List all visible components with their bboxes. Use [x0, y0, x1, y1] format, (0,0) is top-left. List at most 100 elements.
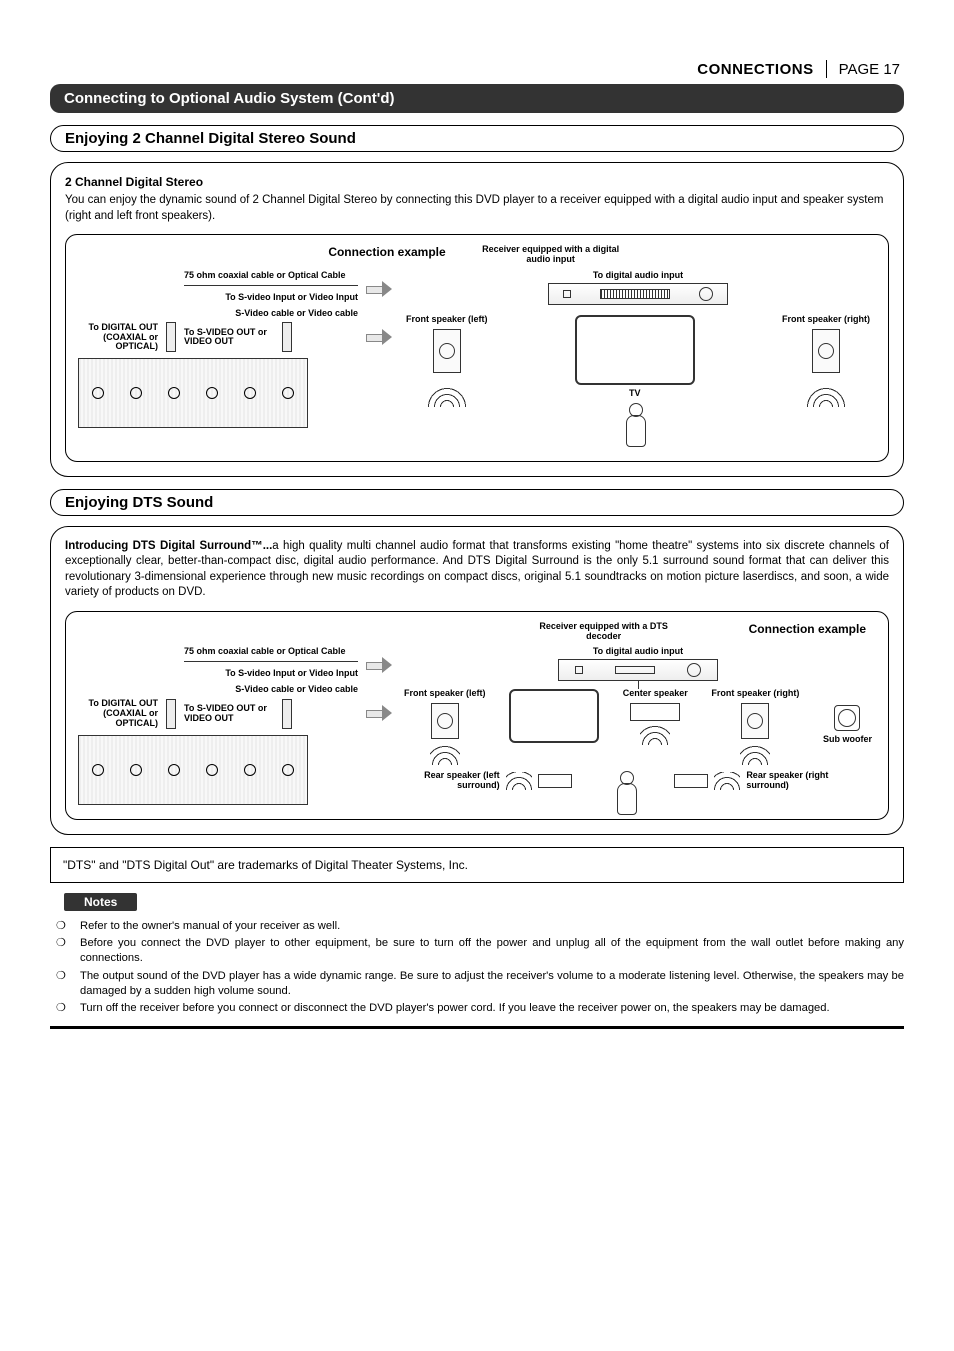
- bullet-icon: ❍: [56, 969, 70, 999]
- bullet-icon: ❍: [56, 919, 70, 934]
- tv-icon: [509, 689, 599, 743]
- rear-speaker-icon: [538, 774, 572, 788]
- section2-box: Introducing DTS Digital Surround™...a hi…: [50, 526, 904, 836]
- port-icon: [206, 387, 218, 399]
- port-icon: [130, 387, 142, 399]
- front-left-label: Front speaker (left): [406, 315, 488, 325]
- list-item: ❍ Turn off the receiver before you connec…: [56, 1001, 904, 1016]
- port-icon: [244, 764, 256, 776]
- header-page: PAGE 17: [839, 61, 900, 78]
- footer-rule: [50, 1026, 904, 1029]
- rear-left-group: Rear speaker (left surround): [420, 771, 572, 791]
- section2-intro-bold: Introducing DTS Digital Surround™...: [65, 540, 272, 552]
- sound-waves-icon: [640, 725, 670, 745]
- right-speaker-group: Front speaker (right): [782, 315, 870, 407]
- digital-out-label: To DIGITAL OUT (COAXIAL or OPTICAL): [78, 323, 158, 353]
- svideo-cable-label: S-Video cable or Video cable: [184, 309, 358, 319]
- arrow-icon: [366, 657, 392, 673]
- playback-area: To digital audio input Front speaker (le…: [400, 271, 876, 449]
- receiver-icon: [548, 283, 728, 305]
- center-speaker-icon: [630, 703, 680, 721]
- svideo-out-label: To S-VIDEO OUT or VIDEO OUT: [184, 328, 274, 348]
- port-icon: [92, 387, 104, 399]
- svideo-input-label: To S-video Input or Video Input: [184, 293, 358, 303]
- title-bar: Connecting to Optional Audio System (Con…: [50, 84, 904, 113]
- list-item: ❍Before you connect the DVD player to ot…: [56, 936, 904, 966]
- sound-waves-icon: [430, 743, 460, 765]
- port-icon: [244, 387, 256, 399]
- subwoofer-icon: [834, 705, 860, 731]
- front-right-group: Front speaker (right): [711, 689, 799, 765]
- center-speaker-group: Center speaker: [623, 689, 688, 745]
- dvd-port-panel-2: [78, 735, 308, 805]
- connector-icon: [282, 322, 292, 352]
- front-right-label: Front speaker (right): [782, 315, 870, 325]
- digital-out-label-2: To DIGITAL OUT (COAXIAL or OPTICAL): [78, 699, 158, 729]
- note-text: The output sound of the DVD player has a…: [80, 969, 904, 999]
- section1-title: Enjoying 2 Channel Digital Stereo Sound: [50, 125, 904, 152]
- front-left-label-2: Front speaker (left): [404, 689, 486, 699]
- to-digital-label: To digital audio input: [400, 271, 876, 281]
- cable-label: 75 ohm coaxial cable or Optical Cable: [184, 271, 358, 281]
- section1-body: You can enjoy the dynamic sound of 2 Cha…: [65, 193, 889, 224]
- speaker-icon: [433, 329, 461, 373]
- port-icon: [282, 764, 294, 776]
- receiver-label: Receiver equipped with a digital audio i…: [476, 245, 626, 265]
- left-speaker-group: Front speaker (left): [406, 315, 488, 407]
- bullet-icon: ❍: [56, 1001, 70, 1016]
- rear-speaker-icon: [674, 774, 708, 788]
- connector-icon: [282, 699, 292, 729]
- port-icon: [130, 764, 142, 776]
- page-header: CONNECTIONS PAGE 17: [50, 60, 904, 84]
- rear-left-label: Rear speaker (left surround): [420, 771, 500, 791]
- arrow-icon: [366, 281, 392, 297]
- port-icon: [206, 764, 218, 776]
- port-icon: [168, 764, 180, 776]
- subwoofer-label: Sub woofer: [823, 735, 872, 745]
- list-item: ❍Refer to the owner's manual of your rec…: [56, 919, 904, 934]
- section2-intro: Introducing DTS Digital Surround™...a hi…: [65, 539, 889, 601]
- conn-example-label-2: Connection example: [749, 622, 866, 642]
- tv-icon: [575, 315, 695, 385]
- arrow-icon: [366, 329, 392, 345]
- center-speaker-label: Center speaker: [623, 689, 688, 699]
- receiver-icon-2: [558, 659, 718, 681]
- svideo-out-label-2: To S-VIDEO OUT or VIDEO OUT: [184, 704, 274, 724]
- section1-heading: 2 Channel Digital Stereo: [65, 175, 889, 189]
- arrow-column: [366, 271, 392, 449]
- person-icon: [611, 771, 635, 807]
- section2-title: Enjoying DTS Sound: [50, 489, 904, 516]
- tv-group-2: [509, 689, 599, 743]
- conn-example-label: Connection example: [328, 245, 445, 265]
- notes-header: Notes: [64, 893, 137, 911]
- section1-diagram: Connection example Receiver equipped wit…: [65, 234, 889, 462]
- svideo-cable-label-2: S-Video cable or Video cable: [184, 685, 358, 695]
- front-left-group: Front speaker (left): [404, 689, 486, 765]
- receiver-label-2: Receiver equipped with a DTS decoder: [539, 622, 669, 642]
- to-digital-label-2: To digital audio input: [400, 647, 876, 657]
- rear-right-label: Rear speaker (right surround): [746, 771, 836, 791]
- note-text: Turn off the receiver before you connect…: [80, 1001, 830, 1016]
- connector-icon: [166, 322, 176, 352]
- playback-area-2: To digital audio input Front speaker (le…: [400, 647, 876, 807]
- header-section: CONNECTIONS: [697, 61, 813, 78]
- dvd-port-panel: [78, 358, 308, 428]
- dvd-output-area: 75 ohm coaxial cable or Optical Cable To…: [78, 271, 358, 449]
- section2-diagram: Receiver equipped with a DTS decoder Con…: [65, 611, 889, 821]
- subwoofer-group: Sub woofer: [823, 705, 872, 745]
- speaker-icon: [741, 703, 769, 739]
- arrow-column-2: [366, 647, 392, 807]
- speaker-icon: [431, 703, 459, 739]
- sound-waves-icon: [806, 377, 846, 407]
- person-icon: [620, 403, 650, 449]
- connector-icon: [166, 699, 176, 729]
- list-item: ❍ The output sound of the DVD player has …: [56, 969, 904, 999]
- dvd-output-area-2: 75 ohm coaxial cable or Optical Cable To…: [78, 647, 358, 807]
- sound-waves-icon: [427, 377, 467, 407]
- notes-list: ❍Refer to the owner's manual of your rec…: [56, 919, 904, 1016]
- header-divider: [826, 60, 827, 78]
- port-icon: [282, 387, 294, 399]
- rear-right-group: Rear speaker (right surround): [674, 771, 836, 791]
- bullet-icon: ❍: [56, 936, 70, 966]
- svideo-input-label-2: To S-video Input or Video Input: [184, 669, 358, 679]
